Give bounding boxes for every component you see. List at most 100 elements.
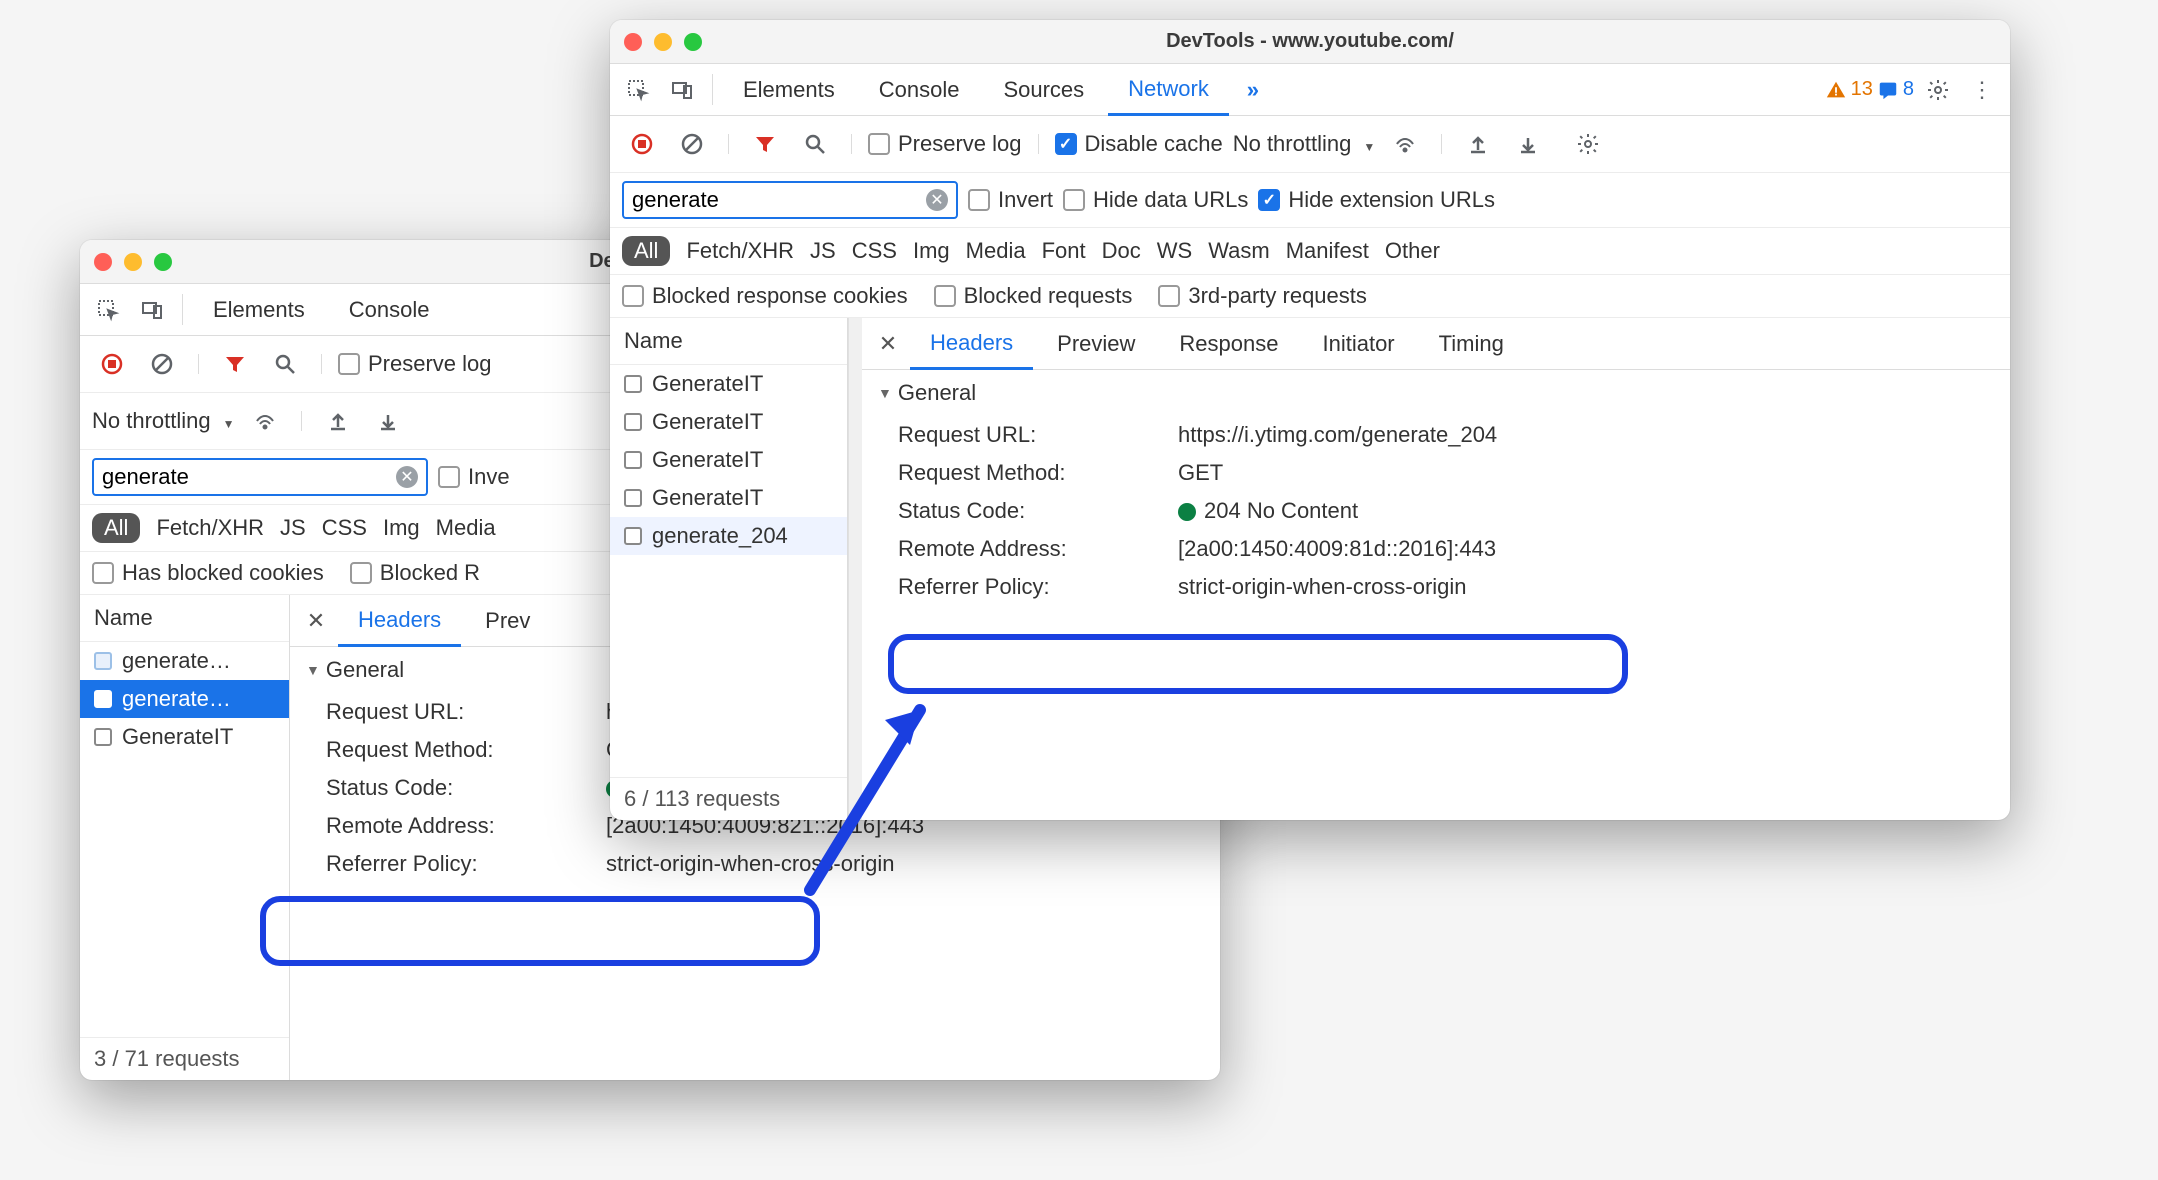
titlebar[interactable]: DevTools - www.youtube.com/ bbox=[610, 20, 2010, 64]
inspect-icon[interactable] bbox=[618, 70, 658, 110]
close-detail-icon[interactable]: ✕ bbox=[870, 331, 906, 357]
request-list[interactable]: generate… generate… GenerateIT bbox=[80, 642, 289, 1037]
general-section[interactable]: General bbox=[862, 370, 2010, 416]
preserve-log-checkbox[interactable]: Preserve log bbox=[338, 351, 492, 377]
maximize-icon[interactable] bbox=[154, 253, 172, 271]
filter-icon[interactable] bbox=[215, 344, 255, 384]
tab-sources[interactable]: Sources bbox=[983, 64, 1104, 116]
more-icon[interactable]: ⋮ bbox=[1962, 70, 2002, 110]
minimize-icon[interactable] bbox=[124, 253, 142, 271]
throttling-select[interactable]: No throttling bbox=[1233, 131, 1376, 157]
record-button[interactable] bbox=[92, 344, 132, 384]
request-row[interactable]: GenerateIT bbox=[610, 479, 847, 517]
hide-extension-urls-checkbox[interactable]: Hide extension URLs bbox=[1258, 187, 1495, 213]
network-conditions-icon[interactable] bbox=[1385, 124, 1425, 164]
filter-media[interactable]: Media bbox=[966, 238, 1026, 264]
filter-all[interactable]: All bbox=[622, 236, 670, 266]
filter-fetch[interactable]: Fetch/XHR bbox=[686, 238, 794, 264]
clear-filter-icon[interactable]: ✕ bbox=[926, 189, 948, 211]
filter-all[interactable]: All bbox=[92, 513, 140, 543]
request-row[interactable]: GenerateIT bbox=[610, 365, 847, 403]
blocked-requests-checkbox[interactable]: Blocked requests bbox=[934, 283, 1133, 309]
device-toggle-icon[interactable] bbox=[662, 70, 702, 110]
tab-headers[interactable]: Headers bbox=[910, 318, 1033, 370]
close-icon[interactable] bbox=[94, 253, 112, 271]
filter-font[interactable]: Font bbox=[1042, 238, 1086, 264]
upload-har-icon[interactable] bbox=[1458, 124, 1498, 164]
warnings-badge[interactable]: 13 bbox=[1825, 78, 1873, 101]
filter-img[interactable]: Img bbox=[913, 238, 950, 264]
network-conditions-icon[interactable] bbox=[245, 401, 285, 441]
filter-icon[interactable] bbox=[745, 124, 785, 164]
settings-icon[interactable] bbox=[1918, 70, 1958, 110]
record-button[interactable] bbox=[622, 124, 662, 164]
upload-har-icon[interactable] bbox=[318, 401, 358, 441]
name-header[interactable]: Name bbox=[610, 318, 847, 365]
minimize-icon[interactable] bbox=[654, 33, 672, 51]
inspect-icon[interactable] bbox=[88, 290, 128, 330]
filter-css[interactable]: CSS bbox=[322, 515, 367, 541]
filter-input[interactable]: ✕ bbox=[92, 458, 428, 496]
close-detail-icon[interactable]: ✕ bbox=[298, 608, 334, 634]
name-header[interactable]: Name bbox=[80, 595, 289, 642]
throttling-select[interactable]: No throttling bbox=[92, 408, 235, 434]
request-row[interactable]: GenerateIT bbox=[610, 403, 847, 441]
request-row[interactable]: GenerateIT bbox=[610, 441, 847, 479]
blocked-cookies-checkbox[interactable]: Has blocked cookies bbox=[92, 560, 324, 586]
filter-js[interactable]: JS bbox=[280, 515, 306, 541]
filter-other[interactable]: Other bbox=[1385, 238, 1440, 264]
tab-response[interactable]: Response bbox=[1159, 318, 1298, 370]
tab-console[interactable]: Console bbox=[859, 64, 980, 116]
download-har-icon[interactable] bbox=[368, 401, 408, 441]
invert-checkbox[interactable]: Invert bbox=[968, 187, 1053, 213]
filter-doc[interactable]: Doc bbox=[1102, 238, 1141, 264]
search-icon[interactable] bbox=[795, 124, 835, 164]
window-controls[interactable] bbox=[94, 253, 172, 271]
close-icon[interactable] bbox=[624, 33, 642, 51]
more-tabs-icon[interactable]: » bbox=[1233, 70, 1273, 110]
filter-img[interactable]: Img bbox=[383, 515, 420, 541]
messages-badge[interactable]: 8 bbox=[1877, 78, 1914, 101]
filter-js[interactable]: JS bbox=[810, 238, 836, 264]
tab-network[interactable]: Network bbox=[1108, 64, 1229, 116]
filter-media[interactable]: Media bbox=[436, 515, 496, 541]
request-row[interactable]: generate… bbox=[80, 680, 289, 718]
filter-text-input[interactable] bbox=[632, 187, 920, 213]
filter-manifest[interactable]: Manifest bbox=[1286, 238, 1369, 264]
network-settings-icon[interactable] bbox=[1568, 124, 1608, 164]
request-row[interactable]: GenerateIT bbox=[80, 718, 289, 756]
tab-console[interactable]: Console bbox=[329, 284, 450, 336]
filter-text-input[interactable] bbox=[102, 464, 390, 490]
device-toggle-icon[interactable] bbox=[132, 290, 172, 330]
clear-filter-icon[interactable]: ✕ bbox=[396, 466, 418, 488]
filter-wasm[interactable]: Wasm bbox=[1208, 238, 1270, 264]
request-list[interactable]: GenerateIT GenerateIT GenerateIT Generat… bbox=[610, 365, 847, 777]
window-controls[interactable] bbox=[624, 33, 702, 51]
scrollbar[interactable] bbox=[848, 318, 862, 820]
tab-elements[interactable]: Elements bbox=[723, 64, 855, 116]
blocked-cookies-checkbox[interactable]: Blocked response cookies bbox=[622, 283, 908, 309]
disable-cache-checkbox[interactable]: Disable cache bbox=[1055, 131, 1223, 157]
tab-preview[interactable]: Preview bbox=[1037, 318, 1155, 370]
request-row[interactable]: generate… bbox=[80, 642, 289, 680]
clear-button[interactable] bbox=[142, 344, 182, 384]
download-har-icon[interactable] bbox=[1508, 124, 1548, 164]
hide-data-urls-checkbox[interactable]: Hide data URLs bbox=[1063, 187, 1248, 213]
search-icon[interactable] bbox=[265, 344, 305, 384]
tab-headers[interactable]: Headers bbox=[338, 595, 461, 647]
request-row[interactable]: generate_204 bbox=[610, 517, 847, 555]
filter-fetch[interactable]: Fetch/XHR bbox=[156, 515, 264, 541]
filter-ws[interactable]: WS bbox=[1157, 238, 1192, 264]
blocked-requests-checkbox[interactable]: Blocked R bbox=[350, 560, 480, 586]
tab-elements[interactable]: Elements bbox=[193, 284, 325, 336]
invert-checkbox[interactable]: Inve bbox=[438, 464, 510, 490]
clear-button[interactable] bbox=[672, 124, 712, 164]
maximize-icon[interactable] bbox=[684, 33, 702, 51]
tab-preview[interactable]: Prev bbox=[465, 595, 550, 647]
filter-input[interactable]: ✕ bbox=[622, 181, 958, 219]
tab-timing[interactable]: Timing bbox=[1419, 318, 1524, 370]
preserve-log-checkbox[interactable]: Preserve log bbox=[868, 131, 1022, 157]
filter-css[interactable]: CSS bbox=[852, 238, 897, 264]
tab-initiator[interactable]: Initiator bbox=[1302, 318, 1414, 370]
third-party-checkbox[interactable]: 3rd-party requests bbox=[1158, 283, 1367, 309]
